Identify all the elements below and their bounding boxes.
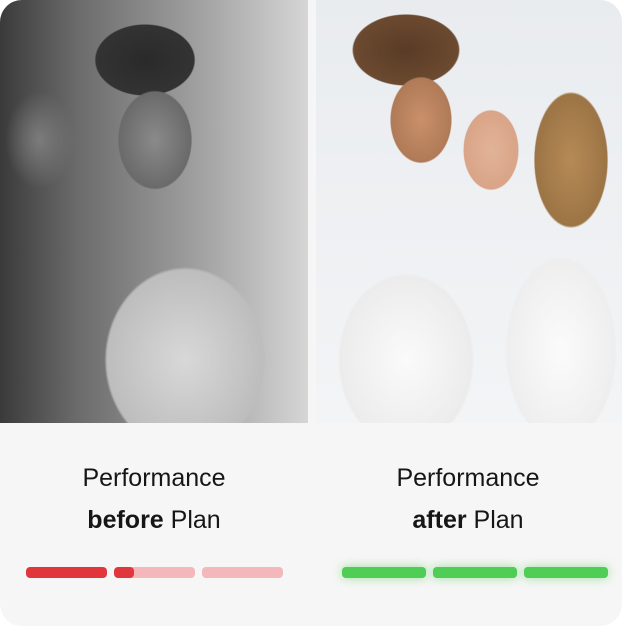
- segment-fill: [342, 567, 426, 578]
- before-suffix: Plan: [163, 506, 221, 534]
- after-suffix: Plan: [466, 506, 524, 534]
- after-photo: [316, 0, 622, 423]
- before-photo: [0, 0, 308, 423]
- progress-segment: [524, 567, 608, 578]
- progress-segment: [26, 567, 107, 578]
- after-title: Performance: [396, 464, 540, 492]
- segment-fill: [26, 567, 107, 578]
- before-progress-bar: [26, 567, 283, 578]
- after-subtitle: after Plan: [314, 503, 622, 537]
- before-after-card: Performance before Plan Performance afte…: [0, 0, 622, 626]
- before-emphasis: before: [87, 506, 164, 534]
- before-title: Performance: [82, 464, 226, 492]
- segment-fill: [114, 567, 135, 578]
- after-emphasis: after: [412, 506, 467, 534]
- progress-segment: [114, 567, 195, 578]
- progress-segment: [433, 567, 517, 578]
- after-progress-bar: [342, 567, 608, 578]
- progress-segment: [342, 567, 426, 578]
- segment-fill: [433, 567, 517, 578]
- progress-segment: [202, 567, 283, 578]
- before-section: Performance before Plan: [0, 423, 308, 626]
- segment-fill: [524, 567, 608, 578]
- after-section: Performance after Plan: [314, 423, 622, 626]
- before-subtitle: before Plan: [0, 503, 308, 537]
